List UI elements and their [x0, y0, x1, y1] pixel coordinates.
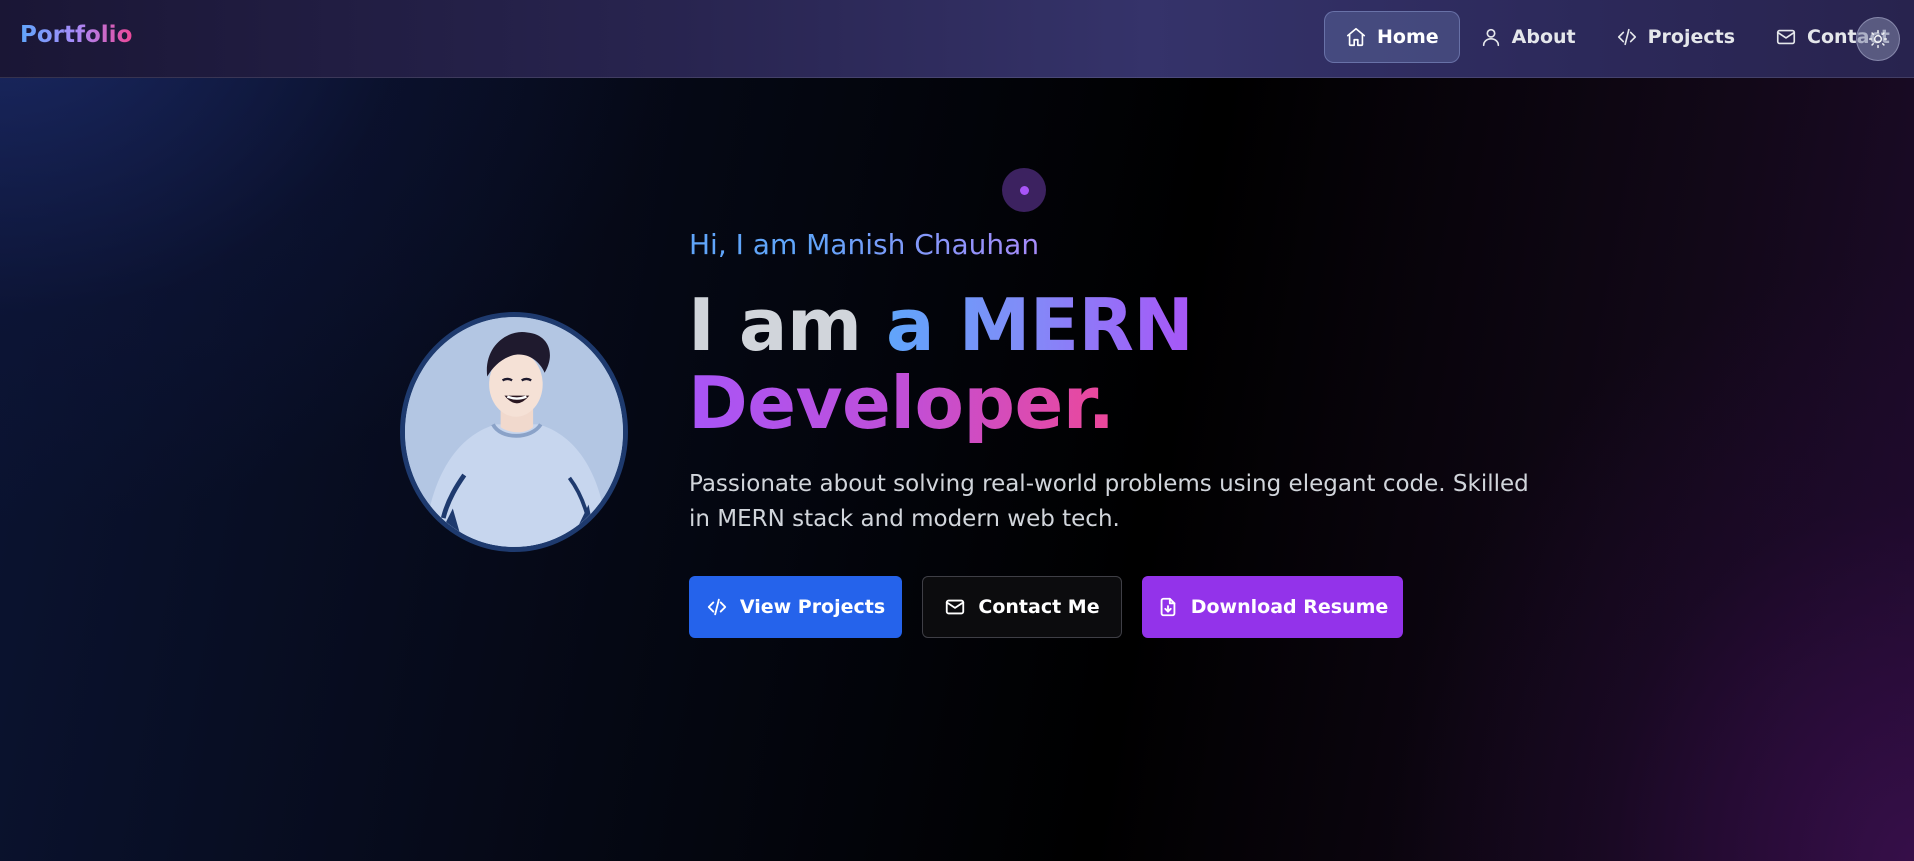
home-icon [1346, 27, 1366, 47]
code-icon [1617, 28, 1636, 46]
headline-part-3: Developer. [688, 361, 1115, 445]
avatar-illustration [405, 317, 623, 547]
headline-part-2: a MERN [886, 283, 1194, 367]
user-icon [1482, 28, 1499, 47]
greeting-name: Manish Chauhan [806, 228, 1040, 261]
sun-icon [1868, 29, 1888, 49]
status-dot [1002, 168, 1046, 212]
code-icon [707, 598, 726, 616]
contact-me-label: Contact Me [978, 596, 1100, 618]
avatar [400, 312, 628, 552]
navbar: Portfolio Home About Projects Contact [0, 0, 1914, 78]
download-resume-label: Download Resume [1190, 596, 1389, 618]
brand-logo[interactable]: Portfolio [20, 22, 132, 48]
nav-links: Home About Projects Contact [1324, 11, 1910, 63]
view-projects-button[interactable]: View Projects [689, 576, 902, 638]
contact-me-button[interactable]: Contact Me [922, 576, 1122, 638]
mail-icon [946, 599, 965, 615]
theme-toggle-button[interactable] [1856, 17, 1900, 61]
nav-item-label: About [1511, 26, 1576, 48]
navbar-inner: Portfolio Home About Projects Contact [0, 0, 1914, 78]
status-dot-inner [1019, 185, 1029, 195]
nav-item-label: Home [1377, 26, 1439, 48]
hero-headline: I am a MERN Developer. [688, 283, 1194, 445]
greeting-prefix: Hi, I am [689, 228, 798, 261]
download-resume-button[interactable]: Download Resume [1142, 576, 1403, 638]
nav-item-about[interactable]: About [1460, 11, 1596, 63]
nav-item-projects[interactable]: Projects [1596, 11, 1755, 63]
nav-item-home[interactable]: Home [1324, 11, 1460, 63]
file-download-icon [1160, 597, 1176, 617]
mail-icon [1776, 29, 1796, 45]
hero-description: Passionate about solving real-world prob… [689, 471, 1529, 532]
nav-item-label: Projects [1647, 26, 1736, 48]
view-projects-label: View Projects [739, 596, 886, 618]
hero-greeting: Hi, I am Manish Chauhan [689, 228, 1039, 261]
headline-part-1: I am [688, 283, 862, 367]
